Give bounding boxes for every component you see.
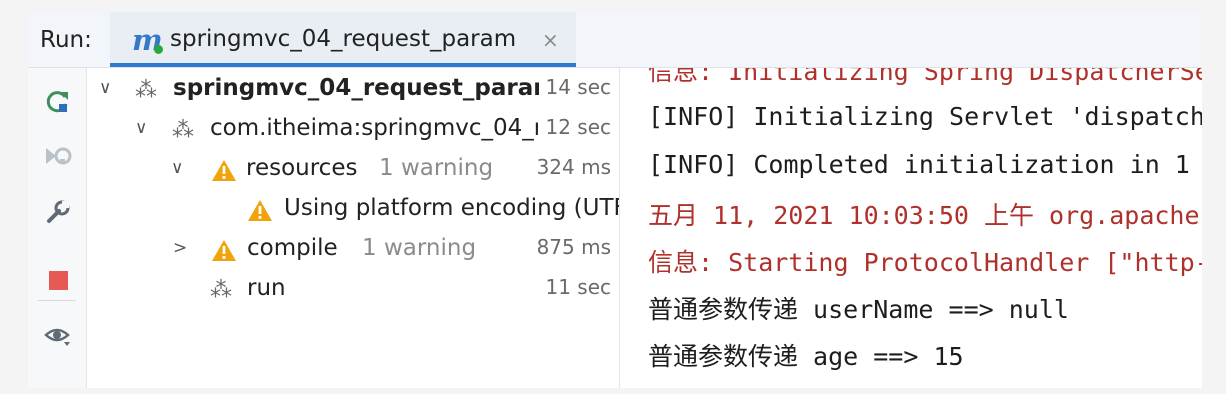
tree-row-module[interactable]: ∨ ⁂ com.itheima:springmvc_04_request_par… — [87, 111, 619, 151]
warning-icon — [247, 199, 273, 228]
tab-title: springmvc_04_request_param — [170, 26, 517, 52]
warning-icon — [211, 159, 237, 188]
run-toolbar — [28, 68, 87, 388]
tree-row-label: run — [247, 275, 286, 301]
tree-row-label: com.itheima:springmvc_04_request_param:w… — [210, 115, 538, 141]
tree-row-label: compile — [247, 235, 338, 261]
chevron-down-icon[interactable]: ∨ — [99, 78, 111, 98]
spinner-icon: ⁂ — [172, 118, 194, 143]
tree-row-resources[interactable]: ∨ resources 1 warning 324 ms — [87, 151, 619, 191]
chevron-right-icon[interactable]: > — [173, 238, 187, 258]
console-line: 信息: Initializing Spring DispatcherServle… — [648, 68, 1202, 86]
chevron-down-icon[interactable]: ∨ — [135, 118, 147, 138]
chevron-down-icon[interactable]: ∨ — [171, 158, 183, 178]
run-tab-bar: Run: m springmvc_04_request_param × — [28, 12, 1202, 68]
active-tab-underline — [110, 63, 576, 67]
view-options-icon[interactable] — [44, 322, 72, 350]
tree-row-label: springmvc_04_request_param — [173, 75, 539, 101]
console-line: 五月 11, 2021 10:03:50 上午 org.apache.coyot… — [648, 201, 1202, 230]
tree-row-compile[interactable]: > compile 1 warning 875 ms — [87, 231, 619, 271]
settings-wrench-icon[interactable] — [44, 198, 72, 226]
tree-row-time: 12 sec — [545, 115, 611, 139]
spinner-icon: ⁂ — [135, 78, 157, 103]
console-line: [INFO] Initializing Servlet 'dispatcherS… — [648, 102, 1202, 131]
toolbar-separator — [38, 300, 76, 301]
tree-row-warning-count: 1 warning — [379, 155, 494, 181]
console-line: 普通参数传递 userName ==> null — [648, 295, 1069, 324]
tree-row-label: resources — [246, 155, 358, 181]
run-label: Run: — [40, 27, 92, 53]
tab-springmvc-run[interactable]: m springmvc_04_request_param × — [110, 12, 576, 67]
console-line: 信息: Starting ProtocolHandler ["http-bio-… — [648, 248, 1202, 277]
tree-row-run[interactable]: ⁂ run 11 sec — [87, 271, 619, 311]
tree-row-time: 324 ms — [536, 155, 611, 179]
build-tree: ∨ ⁂ springmvc_04_request_param 14 sec ∨ … — [87, 68, 620, 388]
spinner-icon: ⁂ — [210, 278, 232, 303]
rerun-failed-icon[interactable] — [44, 142, 72, 170]
console-line: 普通参数传递 age ==> 15 — [648, 342, 964, 371]
console-output[interactable]: 信息: Initializing Spring DispatcherServle… — [620, 68, 1202, 388]
stop-icon[interactable] — [44, 266, 72, 294]
tree-row-time: 11 sec — [545, 275, 611, 299]
rerun-icon[interactable] — [44, 88, 72, 116]
run-tool-window: Run: m springmvc_04_request_param × ∨ ⁂ … — [28, 12, 1202, 388]
tree-row-project[interactable]: ∨ ⁂ springmvc_04_request_param 14 sec — [87, 71, 619, 111]
tree-row-label: Using platform encoding (UTF-8 actually)… — [284, 195, 619, 221]
tree-row-time: 14 sec — [545, 75, 611, 99]
tree-row-encoding-warning[interactable]: Using platform encoding (UTF-8 actually)… — [87, 191, 619, 231]
console-line: [INFO] Completed initialization in 1 ms — [648, 150, 1202, 179]
close-tab-icon[interactable]: × — [542, 28, 559, 52]
running-indicator-icon — [154, 45, 163, 54]
tree-row-time: 875 ms — [536, 235, 611, 259]
tree-row-warning-count: 1 warning — [362, 235, 477, 261]
warning-icon — [211, 239, 237, 268]
